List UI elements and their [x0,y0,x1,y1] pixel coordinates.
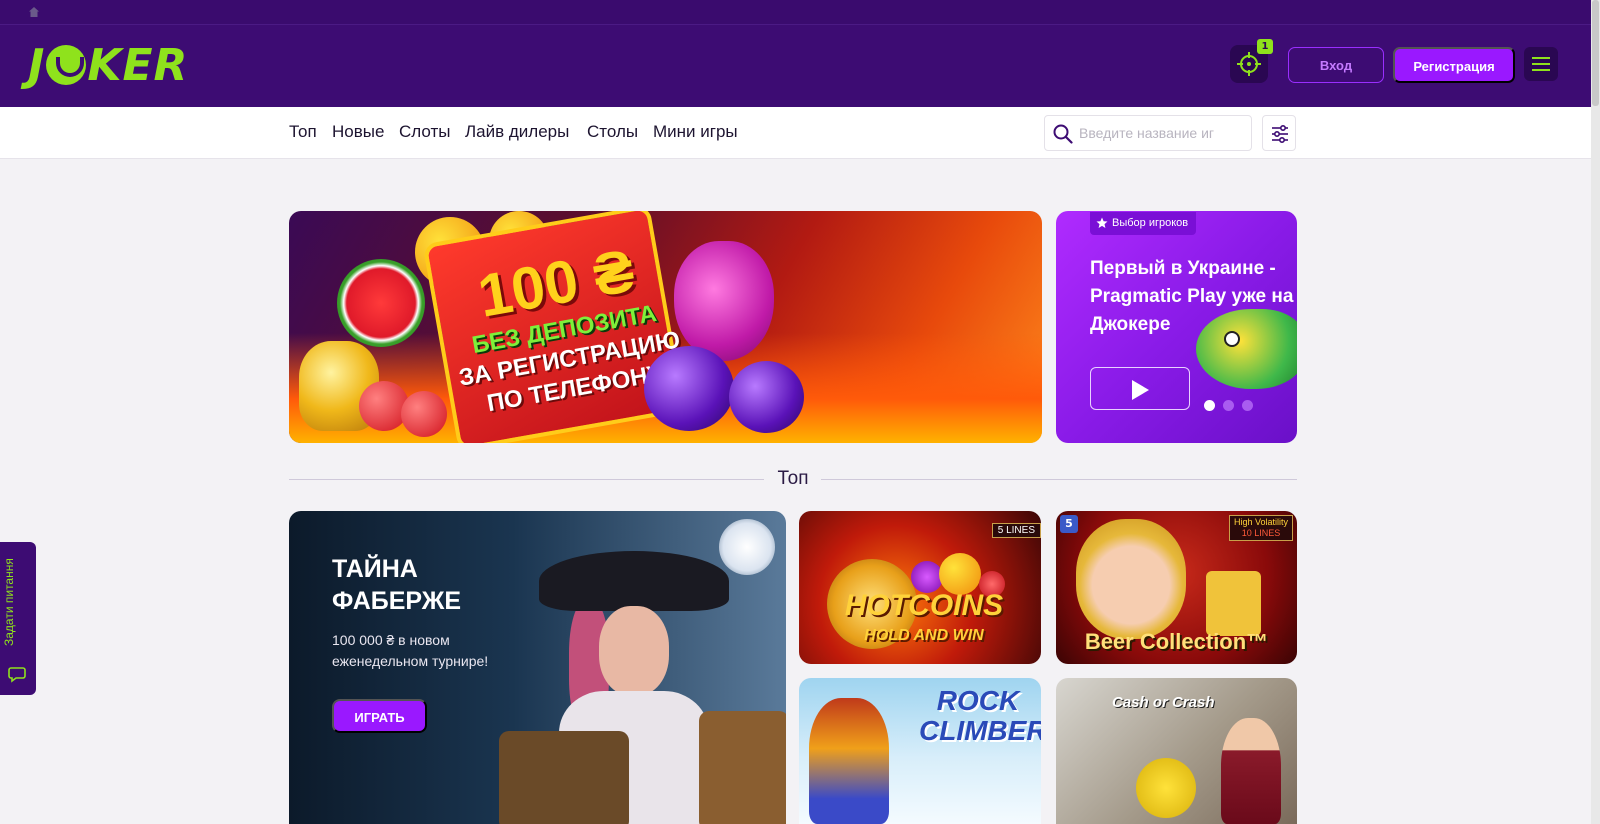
beer-mug-image [1206,571,1261,636]
nav-item-new[interactable]: Новые [332,122,384,142]
host-image [1221,718,1281,824]
crosshair-icon [1237,52,1261,76]
featured-tournament-card[interactable]: ТАЙНА ФАБЕРЖЕ 100 000 ₴ в новом еженедел… [289,511,786,824]
login-button[interactable]: Вход [1288,47,1384,83]
side-banner-play-button[interactable] [1090,367,1190,410]
lines-label: 10 LINES [1241,528,1281,538]
volatility-badge: High Volatility 10 LINES [1228,515,1293,541]
filter-button[interactable] [1262,115,1296,151]
pirate-hat-image [539,551,729,611]
plum-image [644,346,734,431]
grapes-image [674,241,774,361]
nav-item-slots[interactable]: Слоты [399,122,450,142]
pirate-face-image [599,606,669,696]
slider-dot[interactable] [1242,400,1253,411]
volatility-label: High Volatility [1233,517,1288,527]
home-icon[interactable] [28,6,40,18]
game-tile-cash-or-crash[interactable]: Cash or Crash [1056,678,1297,824]
players-choice-badge: Выбор игроков [1090,212,1197,235]
nav-item-live-dealers[interactable]: Лайв дилеры [465,122,569,142]
section-title-text: Топ [777,468,809,489]
hamburger-menu-icon[interactable] [1524,47,1558,81]
game-title: ROCK CLIMBER [919,685,1041,746]
ball-image [1136,758,1196,818]
watermelon-image [337,259,425,347]
moon-image [719,519,775,575]
promo-banner-no-deposit[interactable]: 100 ₴ БЕЗ ДЕПОЗИТА ЗА РЕГИСТРАЦИЮ ПО ТЕЛ… [289,211,1042,443]
featured-title: ТАЙНА ФАБЕРЖЕ [332,555,462,615]
feedback-label: Задати питання [2,558,16,646]
game-title: Beer Collection™ [1084,629,1269,654]
nav-item-top[interactable]: Топ [289,122,317,142]
game-tile-beer-collection[interactable]: 5 High Volatility 10 LINES Beer Collecti… [1056,511,1297,664]
game-category-nav: Топ Новые Слоты Лайв дилеры Столы Мини и… [0,107,1591,159]
game-tile-rock-climber[interactable]: ROCK CLIMBER [799,678,1041,824]
slider-dot[interactable] [1204,400,1215,411]
game-title: HOTCOINS [844,589,1004,622]
lines-badge: 5 LINES [991,523,1041,538]
play-icon [1132,380,1149,400]
cherry-image [401,391,447,437]
treasure-chest-image [499,731,629,824]
waitress-image [1076,519,1186,639]
star-icon [1096,217,1108,228]
nav-item-mini-games[interactable]: Мини игры [653,122,738,142]
pragmatic-play-banner[interactable]: Выбор игроков Первый в Украине - Pragmat… [1056,211,1297,443]
notification-badge: 1 [1257,39,1273,54]
slider-dots [1204,396,1261,415]
climber-image [809,698,889,824]
scrollbar-thumb[interactable] [1592,0,1599,106]
top-strip [0,0,1591,25]
search-icon [1053,124,1073,144]
barrel-image [699,711,786,824]
site-header: J KER 1 Вход Регистрация [0,25,1591,107]
players-choice-label: Выбор игроков [1112,217,1189,229]
chat-icon [8,667,26,683]
logo-smile-icon [46,45,87,85]
game-search [1044,115,1252,151]
feedback-tab[interactable]: Задати питання [0,542,36,695]
register-button[interactable]: Регистрация [1393,47,1515,83]
sliders-icon [1272,124,1288,144]
game-title: Cash or Crash [1112,694,1215,711]
joker-logo[interactable]: J KER [28,43,188,89]
section-title-top: Топ [289,468,1297,492]
nav-item-tables[interactable]: Столы [587,122,638,142]
provider-mark: 5 [1060,515,1078,533]
play-button[interactable]: ИГРАТЬ [332,699,427,733]
game-tile-hot-coins[interactable]: 5 LINES HOTCOINS HOLD AND WIN [799,511,1041,664]
featured-subtitle: 100 000 ₴ в новом еженедельном турнире! [332,632,489,669]
slider-dot[interactable] [1223,400,1234,411]
search-input[interactable] [1079,122,1247,144]
game-subtitle: HOLD AND WIN [864,627,984,644]
plum-image [729,361,804,433]
side-banner-title: Первый в Украине - Pragmatic Play уже на… [1090,258,1294,335]
page-scrollbar[interactable] [1591,0,1600,824]
